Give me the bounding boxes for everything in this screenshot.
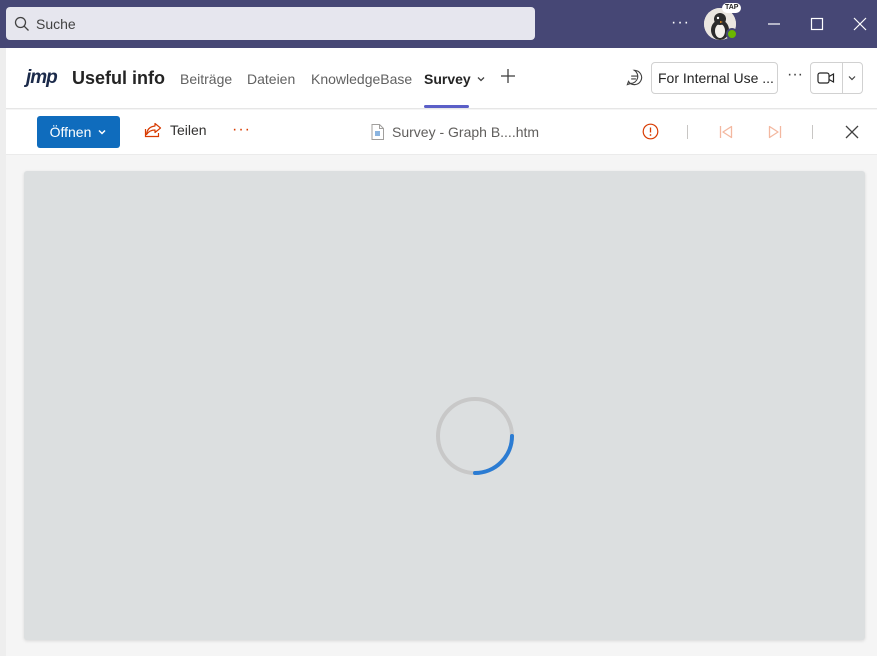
plus-icon: [501, 69, 515, 83]
search-placeholder: Suche: [36, 15, 76, 32]
channel-title: Useful info: [72, 68, 165, 88]
meet-options-button[interactable]: [843, 63, 862, 93]
previous-file-button[interactable]: [718, 124, 734, 145]
channel-header: jmp Useful info Beiträge Dateien Knowled…: [6, 48, 877, 109]
maximize-icon: [810, 17, 824, 31]
file-name: Survey - Graph B....htm: [371, 124, 539, 140]
minimize-icon: [768, 23, 780, 25]
file-name-label: Survey - Graph B....htm: [392, 124, 540, 140]
next-file-button[interactable]: [767, 124, 783, 145]
share-label: Teilen: [170, 122, 207, 138]
info-icon: [642, 123, 659, 140]
video-camera-icon: [817, 72, 835, 84]
chevron-down-icon: [477, 77, 485, 82]
tab-survey-label: Survey: [424, 71, 471, 87]
previous-icon: [719, 125, 733, 139]
active-tab-indicator: [424, 105, 469, 108]
share-icon: [144, 122, 162, 138]
minimize-button[interactable]: [764, 14, 784, 34]
tab-knowledgebase[interactable]: KnowledgeBase: [311, 71, 412, 87]
loading-spinner-icon: [436, 397, 514, 475]
document-toolbar: Öffnen Teilen ··· Survey - Graph B....ht…: [6, 110, 877, 155]
info-button[interactable]: [642, 123, 659, 145]
toolbar-divider: [687, 125, 688, 139]
close-window-button[interactable]: [850, 14, 870, 34]
next-icon: [768, 125, 782, 139]
maximize-button[interactable]: [807, 14, 827, 34]
chevron-down-icon: [98, 129, 106, 135]
close-icon: [853, 17, 867, 31]
open-button-label: Öffnen: [49, 124, 92, 140]
chat-bubble-icon: [626, 69, 643, 86]
html-file-icon: [371, 124, 384, 140]
conversation-button[interactable]: [625, 68, 644, 92]
search-input[interactable]: Suche: [6, 7, 535, 40]
chevron-down-icon: [848, 76, 856, 81]
toolbar-divider: [812, 125, 813, 139]
close-document-button[interactable]: [844, 124, 860, 145]
tab-survey[interactable]: Survey: [424, 71, 486, 87]
tab-beitraege[interactable]: Beiträge: [180, 71, 232, 87]
team-logo: jmp: [26, 67, 58, 88]
meet-now-button[interactable]: [811, 63, 843, 93]
search-icon: [14, 16, 29, 31]
share-button[interactable]: Teilen: [144, 122, 207, 138]
title-bar: Suche ··· TAP: [0, 0, 877, 48]
presence-available-icon: [726, 28, 738, 40]
open-button[interactable]: Öffnen: [37, 116, 120, 148]
add-tab-button[interactable]: [499, 67, 517, 90]
sensitivity-label-button[interactable]: For Internal Use ...: [651, 62, 778, 94]
document-more-button[interactable]: ···: [232, 121, 251, 139]
channel-more-button[interactable]: ···: [787, 66, 803, 84]
meet-button[interactable]: [810, 62, 863, 94]
more-options-button[interactable]: ···: [671, 14, 690, 32]
close-icon: [845, 125, 859, 139]
document-preview-area: [24, 171, 865, 640]
user-badge: TAP: [722, 3, 742, 13]
loading-spinner: [434, 395, 516, 482]
tab-dateien[interactable]: Dateien: [247, 71, 295, 87]
